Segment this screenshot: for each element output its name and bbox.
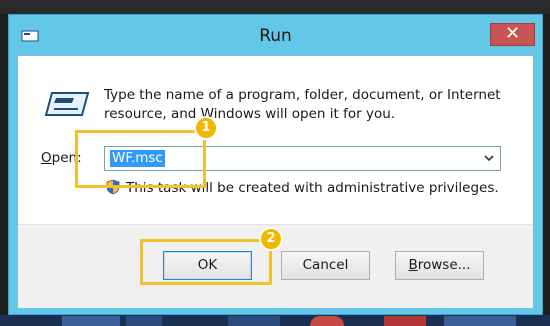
taskbar-item-powershell[interactable] (126, 316, 162, 326)
taskbar-item-start[interactable] (0, 316, 58, 326)
close-button[interactable]: ✕ (490, 23, 535, 46)
taskbar (0, 315, 550, 326)
browse-label: rowse... (417, 257, 471, 273)
run-icon (44, 92, 90, 116)
highlight-open-field (75, 130, 206, 188)
browse-button[interactable]: Browse... (395, 251, 484, 280)
close-icon: ✕ (504, 23, 521, 44)
taskbar-item-explorer[interactable] (228, 316, 280, 326)
taskbar-item-run[interactable] (444, 316, 516, 326)
cancel-button[interactable]: Cancel (281, 251, 370, 280)
desktop-background (0, 0, 550, 14)
taskbar-item-app[interactable] (310, 316, 344, 326)
open-label-mnemonic: O (41, 150, 52, 166)
title-bar[interactable]: Run ✕ (9, 15, 542, 55)
instruction-text: Type the name of a program, folder, docu… (104, 87, 501, 122)
step-badge-2: 2 (259, 227, 283, 251)
chevron-down-icon[interactable] (482, 151, 496, 165)
taskbar-item-app-2[interactable] (384, 316, 426, 326)
highlight-ok-button (140, 239, 272, 285)
taskbar-item-server-manager[interactable] (62, 316, 120, 326)
window-title: Run (259, 26, 292, 46)
browse-mnemonic: B (408, 257, 418, 273)
step-badge-1: 1 (194, 116, 218, 140)
